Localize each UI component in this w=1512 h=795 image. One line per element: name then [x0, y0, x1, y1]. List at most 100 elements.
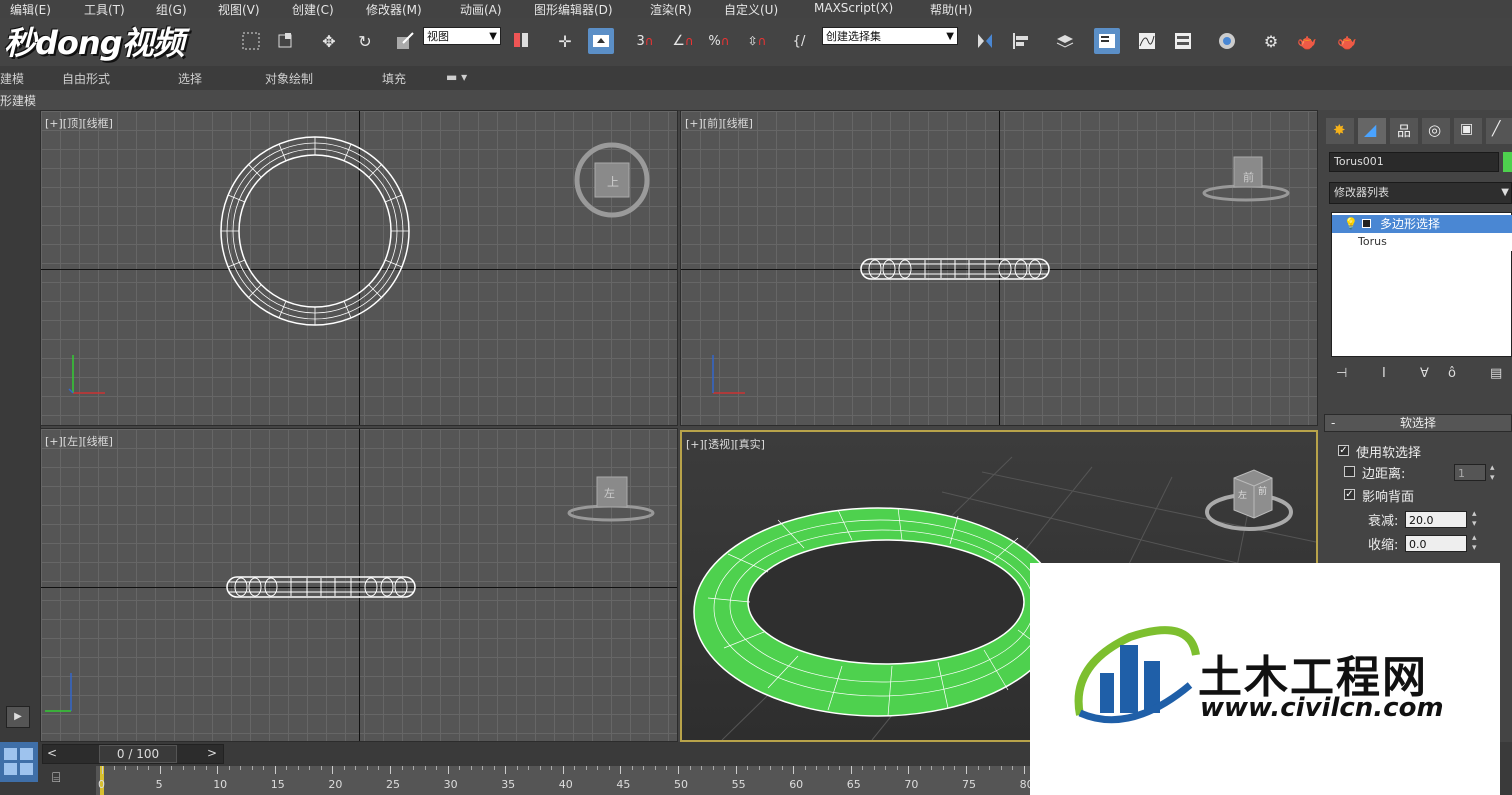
track-bar[interactable]: 0 5 10 15 20 25 30 35 40 45 50 55 60 65 70 75 80: [96, 766, 1071, 795]
viewport-left[interactable]: [+][左][线框] 左: [40, 428, 678, 742]
ribbon-tab-freeform[interactable]: 自由形式: [62, 70, 110, 87]
tick-minor: [724, 766, 726, 770]
torus-wireframe-top[interactable]: [211, 131, 411, 331]
expand-ribbon-button[interactable]: ▶: [6, 706, 30, 728]
modify-tab-icon[interactable]: ◢: [1358, 118, 1386, 144]
menu-graph-editors[interactable]: 图形编辑器(D): [534, 1, 613, 18]
menu-group[interactable]: 组(G): [156, 1, 187, 18]
pin-stack-icon[interactable]: ⊣: [1336, 366, 1347, 381]
viewport-top-label[interactable]: [+][顶][线框]: [45, 115, 113, 131]
time-slider[interactable]: < 0 / 100 >: [42, 744, 224, 764]
lightbulb-icon[interactable]: 💡: [1344, 215, 1358, 233]
menu-rendering[interactable]: 渲染(R): [650, 1, 692, 18]
mirror-icon[interactable]: [972, 28, 998, 54]
viewcube-perspective[interactable]: [1204, 460, 1294, 540]
viewport-top[interactable]: [+][顶][线框] 上: [40, 110, 678, 426]
affect-backfacing-checkbox[interactable]: ✓: [1344, 489, 1355, 500]
snap-3d-icon[interactable]: 3 ∩: [632, 28, 658, 54]
schematic-view-icon[interactable]: [1170, 28, 1196, 54]
region-select-icon[interactable]: [238, 28, 264, 54]
edge-distance-spinner[interactable]: 1: [1454, 464, 1486, 481]
viewport-front[interactable]: [+][前][线框] 前: [680, 110, 1318, 426]
curve-editor-icon[interactable]: [1134, 28, 1160, 54]
menu-maxscript[interactable]: MAXScript(X): [814, 1, 893, 15]
ribbon-options-icon[interactable]: ▬ ▾: [446, 70, 467, 84]
rotate-icon[interactable]: ↻: [352, 28, 378, 54]
tick-mark: [678, 766, 679, 774]
pinch-arrows[interactable]: ▴ ▾: [1472, 533, 1477, 553]
select-manipulate-icon[interactable]: ✛: [552, 28, 578, 54]
named-selection-dropdown[interactable]: 创建选择集 ▼: [822, 27, 958, 45]
use-soft-selection-label: 使用软选择: [1356, 446, 1422, 461]
menu-modifiers[interactable]: 修改器(M): [366, 1, 422, 18]
track-bar-icon[interactable]: ⌸: [52, 770, 74, 790]
reference-coord-dropdown[interactable]: 视图 ▼: [423, 27, 501, 45]
menu-customize[interactable]: 自定义(U): [724, 1, 778, 18]
time-slider-frame[interactable]: 0 / 100: [99, 745, 177, 763]
move-icon[interactable]: ✥: [316, 28, 342, 54]
show-end-result-icon[interactable]: Ⅰ: [1382, 366, 1386, 381]
tick-minor: [1000, 766, 1002, 770]
pivot-icon[interactable]: [508, 28, 534, 54]
render-setup-icon[interactable]: ⚙: [1258, 28, 1284, 54]
configure-sets-icon[interactable]: ▤: [1490, 366, 1502, 381]
edit-named-selection-icon[interactable]: {/: [786, 28, 812, 54]
time-slider-prev[interactable]: <: [47, 746, 57, 760]
stack-item-torus[interactable]: Torus: [1332, 233, 1512, 251]
ribbon-tab-selection[interactable]: 选择: [178, 70, 202, 87]
expand-icon[interactable]: [1362, 219, 1371, 228]
menu-create[interactable]: 创建(C): [292, 1, 334, 18]
falloff-arrows[interactable]: ▴ ▾: [1472, 509, 1477, 529]
angle-snap-icon[interactable]: ∠ ∩: [670, 28, 696, 54]
scene-explorer-icon[interactable]: [1094, 28, 1120, 54]
modifier-list-dropdown[interactable]: 修改器列表 ▼: [1329, 182, 1512, 204]
material-editor-icon[interactable]: [1214, 28, 1240, 54]
spinner-snap-icon[interactable]: ⇳ ∩: [744, 28, 770, 54]
render-production-icon[interactable]: 🫖: [1334, 28, 1360, 54]
pinch-spinner[interactable]: 0.0: [1405, 535, 1467, 552]
viewport-left-label[interactable]: [+][左][线框]: [45, 433, 113, 449]
rendered-frame-icon[interactable]: 🫖: [1294, 28, 1320, 54]
tick-minor: [171, 766, 173, 770]
utilities-tab-icon[interactable]: ╱: [1486, 118, 1512, 144]
window-crossing-icon[interactable]: [272, 28, 298, 54]
collapse-icon[interactable]: -: [1331, 415, 1335, 431]
menu-edit[interactable]: 编辑(E): [10, 1, 51, 18]
time-slider-next[interactable]: >: [207, 746, 217, 760]
menu-view[interactable]: 视图(V): [218, 1, 260, 18]
soft-selection-rollout[interactable]: - 软选择: [1324, 414, 1512, 432]
object-color-swatch[interactable]: [1503, 152, 1512, 172]
percent-snap-icon[interactable]: % ∩: [706, 28, 732, 54]
torus-wireframe-left[interactable]: [225, 575, 417, 601]
create-tab-icon[interactable]: ✸: [1326, 118, 1354, 144]
hierarchy-tab-icon[interactable]: 品: [1390, 118, 1418, 144]
tick-mark: [390, 766, 391, 774]
edge-distance-checkbox[interactable]: [1344, 466, 1355, 477]
falloff-spinner[interactable]: 20.0: [1405, 511, 1467, 528]
stack-item-poly-select[interactable]: 💡 多边形选择: [1332, 215, 1512, 233]
motion-tab-icon[interactable]: ◎: [1422, 118, 1450, 144]
keyboard-shortcut-icon[interactable]: [588, 28, 614, 54]
object-name-field[interactable]: Torus001: [1329, 152, 1499, 172]
viewport-layout-button[interactable]: [0, 742, 38, 782]
use-soft-selection-checkbox[interactable]: ✓: [1338, 445, 1349, 456]
scale-icon[interactable]: [392, 28, 418, 54]
menu-tools[interactable]: 工具(T): [84, 1, 125, 18]
display-tab-icon[interactable]: ▣: [1454, 118, 1482, 144]
ribbon-tab-object-paint[interactable]: 对象绘制: [265, 70, 313, 87]
layer-manager-icon[interactable]: [1052, 28, 1078, 54]
remove-modifier-icon[interactable]: ô: [1448, 366, 1456, 381]
viewport-front-label[interactable]: [+][前][线框]: [685, 115, 753, 131]
menu-animation[interactable]: 动画(A): [460, 1, 502, 18]
ribbon-tab-modeling[interactable]: 建模: [0, 70, 24, 87]
viewport-persp-label[interactable]: [+][透视][真实]: [686, 436, 765, 452]
ribbon-tab-populate[interactable]: 填充: [382, 70, 406, 87]
torus-selected-shaded[interactable]: [688, 498, 1078, 723]
make-unique-icon[interactable]: ∀: [1420, 366, 1429, 381]
modifier-stack[interactable]: 💡 多边形选择 Torus: [1331, 212, 1512, 357]
torus-wireframe-front[interactable]: [859, 257, 1051, 283]
menu-help[interactable]: 帮助(H): [930, 1, 972, 18]
edge-distance-arrows[interactable]: ▴ ▾: [1490, 463, 1495, 483]
tick-minor: [366, 766, 368, 770]
align-icon[interactable]: [1008, 28, 1034, 54]
